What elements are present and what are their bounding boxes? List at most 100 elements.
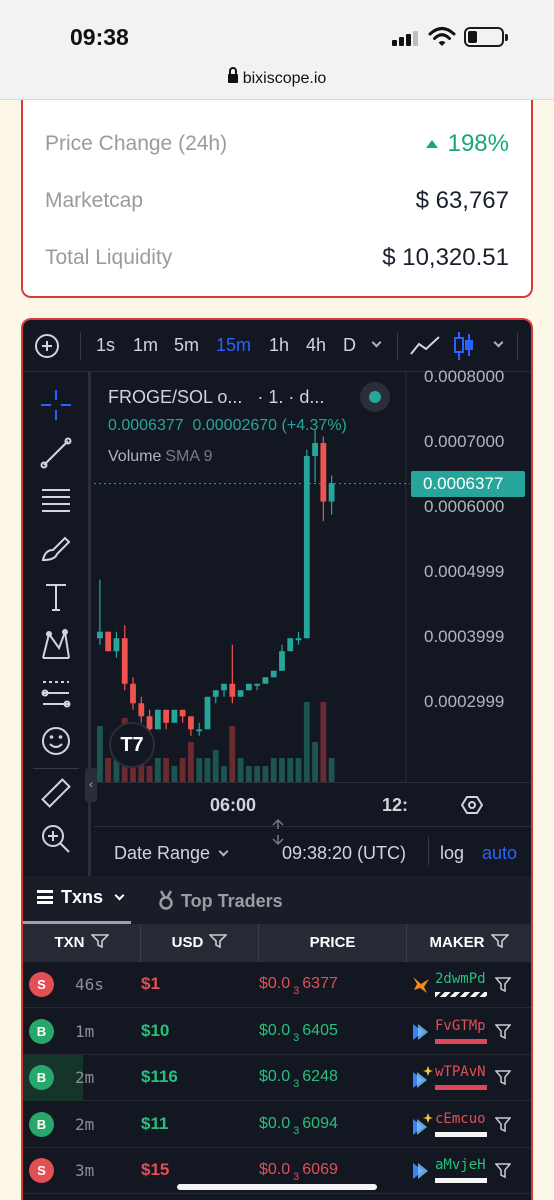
settings-hex-icon[interactable] xyxy=(461,795,483,815)
chevron-down-icon[interactable] xyxy=(371,337,382,348)
txn-maker[interactable]: 2dwmPd xyxy=(435,971,486,987)
zoom-in-icon[interactable] xyxy=(39,822,73,856)
status-bar: 09:38 bixiscope.io xyxy=(0,0,554,100)
filter-icon[interactable] xyxy=(495,977,511,993)
txn-age: 46s xyxy=(75,975,104,994)
txn-type-badge: B xyxy=(29,1111,54,1137)
timeframe-1s[interactable]: 1s xyxy=(96,335,115,356)
volume-bar xyxy=(204,758,211,782)
date-range-button[interactable]: Date Range xyxy=(114,843,210,864)
txn-maker[interactable]: wTPAvN xyxy=(435,1064,486,1080)
txns-table-body: S 46s $1 $0.0 3 6377 2dwmPd B 1m $10 $0.0 3 6405 FvGT… xyxy=(21,962,533,1200)
list-icon xyxy=(37,890,53,904)
txn-price: $0.0 3 6248 xyxy=(259,1068,338,1091)
stat-value: 198% xyxy=(425,130,509,158)
chart-bottom-bar: Date Range 09:38:20 (UTC) log auto xyxy=(94,818,531,876)
filter-icon[interactable] xyxy=(495,1070,511,1086)
txn-maker[interactable]: FvGTMp xyxy=(435,1018,486,1034)
candles-icon[interactable] xyxy=(453,330,475,362)
volume-bar xyxy=(154,758,161,782)
volume-bar xyxy=(105,758,112,782)
volume-bar xyxy=(188,742,194,782)
candle-body xyxy=(212,690,219,697)
crosshair-icon[interactable] xyxy=(39,388,73,422)
chart-panel: 1s 1m 5m 15m 1h 4h D FROGE/SOL o... · 1.… xyxy=(21,318,533,876)
timeframe-1m[interactable]: 1m xyxy=(133,335,158,356)
candle-body xyxy=(237,690,244,697)
tab-txns[interactable]: Txns xyxy=(22,887,132,924)
chevron-down-icon[interactable] xyxy=(218,846,229,857)
txn-maker[interactable]: aMvjeH xyxy=(435,1157,486,1173)
txn-usd: $11 xyxy=(141,1113,169,1133)
filter-icon[interactable] xyxy=(495,1023,511,1040)
signal-icon xyxy=(392,30,422,46)
fib-lines-icon[interactable] xyxy=(39,484,73,518)
brush-icon[interactable] xyxy=(39,532,73,566)
volume-bar xyxy=(262,766,269,782)
table-row[interactable]: B 2m $11 $0.0 3 6094 cEmcuo xyxy=(23,1102,531,1148)
candle-body xyxy=(287,638,294,652)
chart-toolbar: 1s 1m 5m 15m 1h 4h D xyxy=(23,320,531,372)
filter-icon[interactable] xyxy=(495,1116,511,1133)
txn-usd: $15 xyxy=(141,1160,170,1179)
col-maker[interactable]: MAKER xyxy=(407,924,531,962)
table-row[interactable]: B 2m $116 $0.0 3 6248 wTPAvN xyxy=(23,1055,531,1101)
url-bar[interactable]: bixiscope.io xyxy=(0,67,554,88)
line-chart-icon[interactable] xyxy=(409,334,441,358)
status-dot-button[interactable] xyxy=(360,382,390,412)
timeframe-d[interactable]: D xyxy=(343,335,356,356)
home-indicator[interactable] xyxy=(177,1184,377,1190)
txn-usd: $116 xyxy=(141,1067,178,1086)
tab-top-traders[interactable]: Top Traders xyxy=(157,887,283,912)
maker-stripe xyxy=(435,992,487,997)
battery-icon xyxy=(464,27,508,47)
table-row[interactable]: B 1m $10 $0.0 3 6405 FvGTMp xyxy=(23,1009,531,1055)
candle-body xyxy=(163,709,169,723)
auto-scale-toggle[interactable]: auto xyxy=(482,843,517,864)
txn-age: 3m xyxy=(75,1161,95,1180)
table-row[interactable]: S 46s $1 $0.0 3 6377 2dwmPd xyxy=(23,962,531,1008)
ruler-icon[interactable] xyxy=(39,776,73,810)
current-price-tag: 0.0006377 xyxy=(411,470,525,497)
time-axis[interactable]: 06:00 12: xyxy=(94,782,531,826)
filter-icon[interactable] xyxy=(495,1163,511,1179)
clock: 09:38 xyxy=(70,24,129,50)
filter-icon[interactable] xyxy=(489,934,510,949)
volume-bar xyxy=(146,766,153,782)
candle-body xyxy=(188,716,194,730)
timeframe-1h[interactable]: 1h xyxy=(269,335,289,356)
chevron-down-icon[interactable] xyxy=(493,337,504,348)
timeframe-5m[interactable]: 5m xyxy=(174,335,199,356)
txn-type-badge: S xyxy=(29,1158,54,1183)
tradingview-logo[interactable]: T7 xyxy=(109,722,155,768)
log-scale-toggle[interactable]: log xyxy=(440,843,464,864)
col-price[interactable]: PRICE xyxy=(259,924,407,962)
filter-icon[interactable] xyxy=(208,934,229,949)
forecast-icon[interactable] xyxy=(39,676,73,710)
stat-value: $ 10,320.51 xyxy=(382,244,509,271)
col-usd[interactable]: USD xyxy=(141,924,259,962)
price-chart[interactable]: FROGE/SOL o... · 1. · d... 0.0006377 0.0… xyxy=(94,367,531,782)
txns-table-header: TXN USD PRICE MAKER xyxy=(21,924,533,962)
lock-icon xyxy=(227,67,238,83)
wifi-icon xyxy=(428,27,456,46)
col-txn[interactable]: TXN xyxy=(23,924,141,962)
text-icon[interactable] xyxy=(39,580,73,614)
volume-bar xyxy=(245,766,252,782)
y-tick-label: 0.0006000 xyxy=(424,497,505,517)
txn-usd: $10 xyxy=(141,1020,170,1040)
txn-maker[interactable]: cEmcuo xyxy=(435,1111,486,1127)
pattern-icon[interactable] xyxy=(39,628,73,662)
emoji-icon[interactable] xyxy=(39,724,73,758)
candle-body xyxy=(312,443,318,457)
add-indicator-icon[interactable] xyxy=(35,334,59,358)
fox-icon xyxy=(413,977,429,993)
timeframe-4h[interactable]: 4h xyxy=(306,335,326,356)
trend-line-icon[interactable] xyxy=(39,436,73,470)
candle-body xyxy=(121,638,128,684)
timeframe-15m[interactable]: 15m xyxy=(216,335,251,356)
candle-body xyxy=(97,631,103,639)
volume-bar xyxy=(97,726,103,782)
filter-icon[interactable] xyxy=(89,934,110,949)
txn-age: 2m xyxy=(75,1114,95,1134)
